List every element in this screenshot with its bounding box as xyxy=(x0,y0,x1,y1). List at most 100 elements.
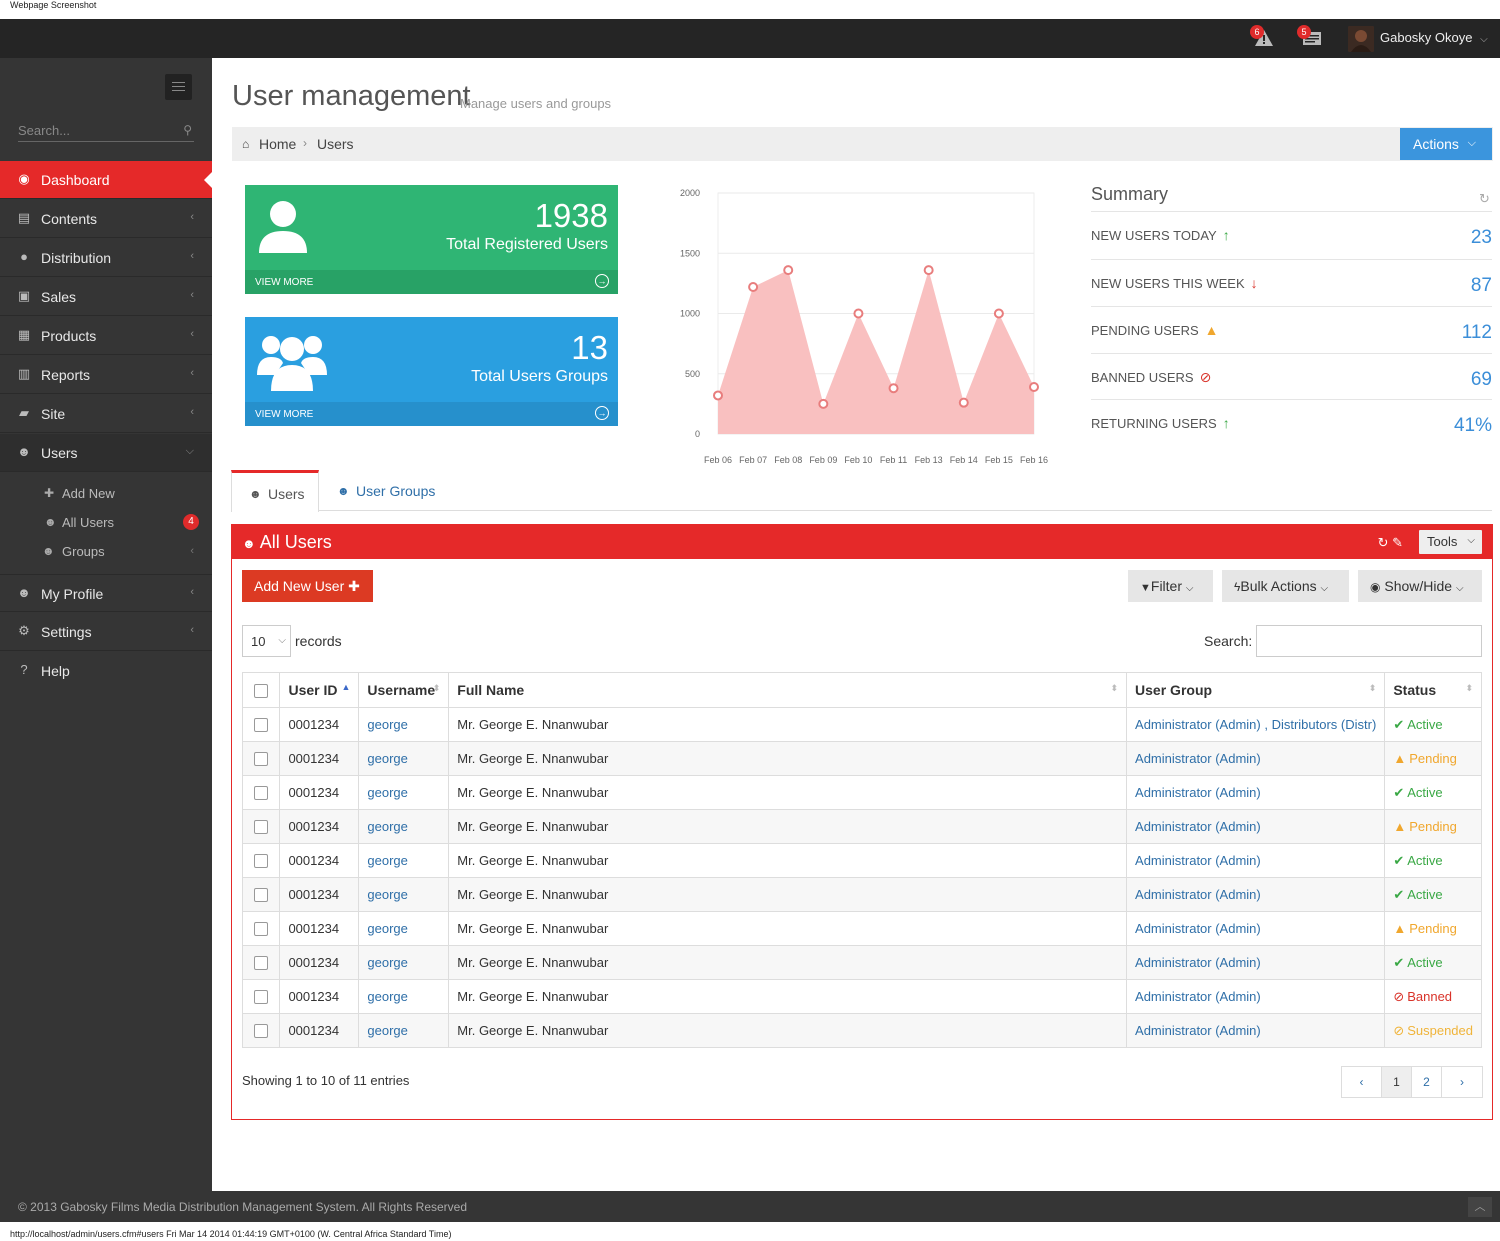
pagination-page-2[interactable]: 2 xyxy=(1412,1067,1442,1097)
sidebar-item-distribution[interactable]: ● Distribution ‹ xyxy=(0,239,212,277)
sidebar-subitem-groups[interactable]: ☻ Groups ‹ xyxy=(0,536,212,566)
cell-username-link[interactable]: george xyxy=(358,877,450,912)
cell-user-group-link[interactable]: Administrator (Admin) xyxy=(1126,979,1386,1014)
messages-button[interactable]: 5 xyxy=(1297,25,1323,50)
pagination-page-1[interactable]: 1 xyxy=(1382,1067,1412,1097)
refresh-icon[interactable]: ↻ xyxy=(1378,535,1389,550)
cell-username-link[interactable]: george xyxy=(358,775,450,810)
plus-icon: ✚ xyxy=(348,578,360,594)
table-row[interactable]: 0001234 george Mr. George E. Nnanwubar Admi… xyxy=(241,1013,1482,1048)
row-checkbox[interactable] xyxy=(254,922,269,937)
chart-y-tick-label: 1500 xyxy=(680,248,700,258)
cell-username-link[interactable]: george xyxy=(358,911,450,946)
sidebar-item-sales[interactable]: ▣ Sales ‹ xyxy=(0,278,212,316)
sidebar-item-settings[interactable]: ⚙ Settings ‹ xyxy=(0,613,212,651)
sidebar-subitem-all-users[interactable]: ☻ All Users 4 xyxy=(0,507,212,537)
column-header-user-id[interactable]: User ID ▲ xyxy=(279,672,360,708)
table-row[interactable]: 0001234 george Mr. George E. Nnanwubar Admi… xyxy=(241,911,1482,946)
sidebar-subitem-add-new[interactable]: ✚ Add New xyxy=(0,478,212,508)
row-checkbox[interactable] xyxy=(254,854,269,869)
show-hide-button[interactable]: ◉ Show/Hide ⌵ xyxy=(1358,570,1482,602)
column-header-username[interactable]: Username ⬍ xyxy=(358,672,450,708)
cell-username-link[interactable]: george xyxy=(358,843,450,878)
cell-username-link[interactable]: george xyxy=(358,1013,450,1048)
table-search-input[interactable] xyxy=(1256,625,1482,657)
column-header-full-name[interactable]: Full Name ⬍ xyxy=(448,672,1128,708)
filter-button[interactable]: ▼Filter ⌵ xyxy=(1128,570,1213,602)
alerts-button[interactable]: 6 xyxy=(1250,25,1276,50)
cell-user-group-link[interactable]: Administrator (Admin) , Distributors (Di… xyxy=(1126,707,1386,742)
sidebar-item-dashboard[interactable]: ◉ Dashboard xyxy=(0,161,212,199)
cell-user-group-link[interactable]: Administrator (Admin) xyxy=(1126,775,1386,810)
view-more-label: VIEW MORE xyxy=(255,277,314,288)
panel-title: All Users xyxy=(259,532,332,552)
table-row[interactable]: 0001234 george Mr. George E. Nnanwubar Admi… xyxy=(241,877,1482,912)
sidebar-item-users[interactable]: ☻ Users ⌵ xyxy=(0,434,212,472)
user-menu[interactable]: Gabosky Okoye ⌵ xyxy=(1380,30,1488,45)
table-row[interactable]: 0001234 george Mr. George E. Nnanwubar Admi… xyxy=(241,809,1482,844)
refresh-icon[interactable]: ↻ xyxy=(1479,191,1490,207)
cell-user-group-link[interactable]: Administrator (Admin) xyxy=(1126,741,1386,776)
sidebar-item-contents[interactable]: ▤ Contents ‹ xyxy=(0,200,212,238)
records-per-page-select[interactable]: 10 ⌵ xyxy=(242,625,291,657)
wrench-icon[interactable]: ✎ xyxy=(1392,535,1403,550)
select-all-checkbox[interactable] xyxy=(254,684,269,699)
actions-button[interactable]: Actions ⌵ xyxy=(1400,128,1492,160)
sidebar-item-reports[interactable]: ▥ Reports ‹ xyxy=(0,356,212,394)
avatar[interactable] xyxy=(1348,26,1374,52)
add-new-user-button[interactable]: Add New User ✚ xyxy=(242,570,373,602)
cell-username-link[interactable]: george xyxy=(358,945,450,980)
users-table: User ID ▲ Username ⬍ Full Name ⬍ User Group… xyxy=(241,672,1482,1048)
row-checkbox[interactable] xyxy=(254,820,269,835)
table-row[interactable]: 0001234 george Mr. George E. Nnanwubar Admi… xyxy=(241,945,1482,980)
cell-user-group-link[interactable]: Administrator (Admin) xyxy=(1126,911,1386,946)
row-checkbox[interactable] xyxy=(254,786,269,801)
tab-user-groups[interactable]: ☻ User Groups xyxy=(320,470,450,512)
sidebar-item-my-profile[interactable]: ☻ My Profile ‹ xyxy=(0,574,212,612)
row-checkbox[interactable] xyxy=(254,888,269,903)
table-row[interactable]: 0001234 george Mr. George E. Nnanwubar Admi… xyxy=(241,979,1482,1014)
actions-label: Actions xyxy=(1413,136,1459,152)
row-checkbox[interactable] xyxy=(254,718,269,733)
sidebar-item-site[interactable]: ▰ Site ‹ xyxy=(0,395,212,433)
summary-label: PENDING USERS xyxy=(1091,323,1199,338)
bulk-actions-button[interactable]: ϟBulk Actions ⌵ xyxy=(1222,570,1349,602)
cell-username-link[interactable]: george xyxy=(358,707,450,742)
cell-username-link[interactable]: george xyxy=(358,809,450,844)
table-row[interactable]: 0001234 george Mr. George E. Nnanwubar Admi… xyxy=(241,775,1482,810)
cell-user-group-link[interactable]: Administrator (Admin) xyxy=(1126,843,1386,878)
cell-user-group-link[interactable]: Administrator (Admin) xyxy=(1126,877,1386,912)
chevron-left-icon: ‹ xyxy=(190,250,194,262)
row-checkbox[interactable] xyxy=(254,1024,269,1039)
row-checkbox[interactable] xyxy=(254,956,269,971)
view-more-link[interactable]: VIEW MORE → xyxy=(245,402,618,426)
cell-username-link[interactable]: george xyxy=(358,979,450,1014)
pagination-prev-button[interactable]: ‹ xyxy=(1342,1067,1382,1097)
menu-toggle-button[interactable] xyxy=(165,74,192,100)
row-checkbox[interactable] xyxy=(254,990,269,1005)
column-header-status[interactable]: Status ⬍ xyxy=(1384,672,1482,708)
column-label: Username xyxy=(367,682,436,698)
sidebar-item-products[interactable]: ▦ Products ‹ xyxy=(0,317,212,355)
table-row[interactable]: 0001234 george Mr. George E. Nnanwubar Admi… xyxy=(241,843,1482,878)
scroll-to-top-button[interactable]: ︿ xyxy=(1468,1197,1492,1217)
row-checkbox[interactable] xyxy=(254,752,269,767)
tools-button[interactable]: Tools ⌵ xyxy=(1419,530,1482,554)
tab-users[interactable]: ☻ Users xyxy=(231,470,319,512)
view-more-link[interactable]: VIEW MORE → xyxy=(245,270,618,294)
cell-user-group-link[interactable]: Administrator (Admin) xyxy=(1126,1013,1386,1048)
sidebar-item-help[interactable]: ? Help xyxy=(0,652,212,690)
pagination-next-button[interactable]: › xyxy=(1442,1067,1482,1097)
column-header-user-group[interactable]: User Group ⬍ xyxy=(1126,672,1386,708)
summary-value: 23 xyxy=(1470,227,1492,248)
bar-chart-icon: ▥ xyxy=(17,366,31,381)
cell-user-group-link[interactable]: Administrator (Admin) xyxy=(1126,945,1386,980)
sidebar-item-label: Settings xyxy=(41,624,92,640)
breadcrumb-home-link[interactable]: Home xyxy=(259,136,296,152)
summary-row-new-week: NEW USERS THIS WEEK ↓ 87 xyxy=(1091,259,1492,305)
table-row[interactable]: 0001234 george Mr. George E. Nnanwubar Admi… xyxy=(241,707,1482,742)
sidebar-search-input[interactable]: Search... ⚲ xyxy=(18,120,194,142)
table-row[interactable]: 0001234 george Mr. George E. Nnanwubar Admi… xyxy=(241,741,1482,776)
cell-user-group-link[interactable]: Administrator (Admin) xyxy=(1126,809,1386,844)
cell-username-link[interactable]: george xyxy=(358,741,450,776)
